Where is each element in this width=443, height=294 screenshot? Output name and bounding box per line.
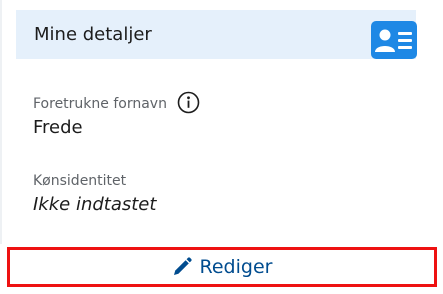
edit-button-label: Rediger xyxy=(199,256,273,278)
edit-button-content: Rediger xyxy=(10,250,434,284)
card-left-border xyxy=(0,0,2,244)
preferred-first-name-label: Foretrukne fornavn xyxy=(33,96,167,112)
preferred-first-name-value: Frede xyxy=(33,117,83,138)
gender-identity-value: Ikke indtastet xyxy=(33,194,157,215)
card-header: Mine detaljer xyxy=(16,10,416,59)
pencil-icon xyxy=(173,256,192,275)
my-details-card: Mine detaljer Foretrukne fornavn Frede K… xyxy=(0,0,443,294)
info-icon[interactable] xyxy=(177,91,200,114)
edit-button[interactable]: Rediger xyxy=(7,247,437,287)
contact-card-icon xyxy=(371,21,417,59)
card-title: Mine detaljer xyxy=(34,24,152,45)
gender-identity-label: Kønsidentitet xyxy=(33,173,127,189)
